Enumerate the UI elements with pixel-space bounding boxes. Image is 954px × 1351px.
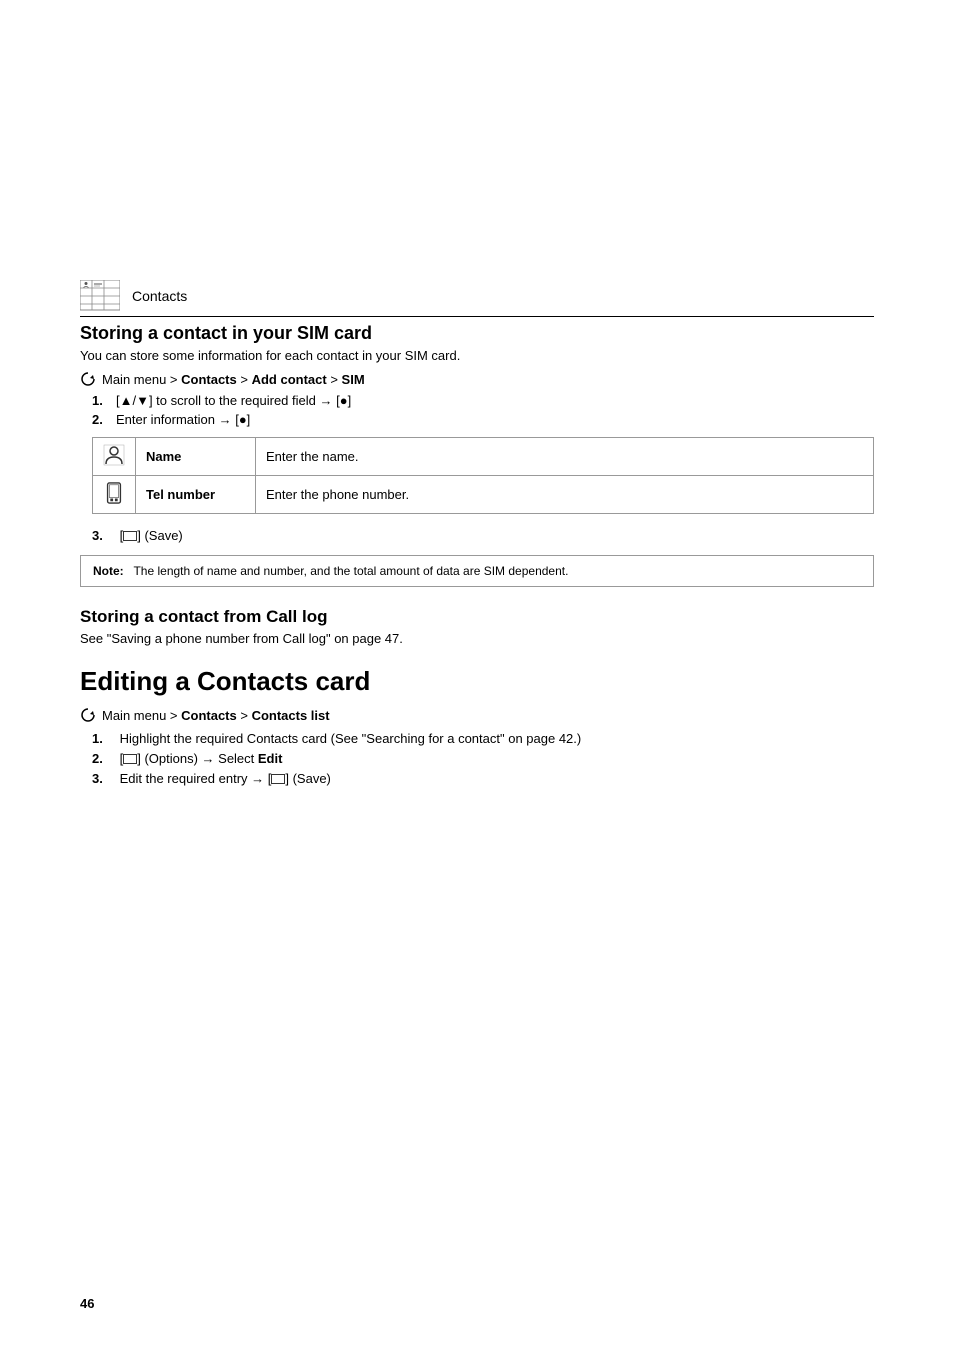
name-label-cell: Name (136, 438, 256, 476)
name-icon-cell (93, 438, 136, 476)
name-desc-cell: Enter the name. (256, 438, 874, 476)
note-label: Note: (93, 564, 124, 578)
page: Contacts Storing a contact in your SIM c… (0, 0, 954, 1351)
tel-icon-cell (93, 476, 136, 514)
sim-note-box: Note: The length of name and number, and… (80, 555, 874, 587)
note-text: The length of name and number, and the t… (127, 564, 568, 578)
contacts-icon (80, 280, 120, 312)
tel-desc-cell: Enter the phone number. (256, 476, 874, 514)
editing-step-3: 3. Edit the required entry → [ ] (Save) (92, 771, 874, 786)
sim-menu-path: Main menu > Contacts > Add contact > SIM (80, 371, 874, 387)
storing-sim-title: Storing a contact in your SIM card (80, 323, 874, 344)
editing-section-title: Editing a Contacts card (80, 666, 874, 697)
table-row: Tel number Enter the phone number. (93, 476, 874, 514)
sim-step-2: 2. Enter information → [●] (92, 412, 874, 427)
person-icon (103, 444, 125, 466)
sim-fields-table: Name Enter the name. Tel number Enter th… (92, 437, 874, 514)
calllog-section-title: Storing a contact from Call log (80, 607, 874, 627)
sim-steps-list: 1. [▲/▼] to scroll to the required field… (92, 393, 874, 427)
tel-label-cell: Tel number (136, 476, 256, 514)
editing-steps-list: 1. Highlight the required Contacts card … (92, 731, 874, 786)
calllog-section-text: See "Saving a phone number from Call log… (80, 631, 874, 646)
editing-menu-arrow-icon (80, 707, 96, 723)
storing-sim-subtitle: You can store some information for each … (80, 348, 874, 363)
menu-arrow-icon (80, 371, 96, 387)
section-header-label: Contacts (132, 288, 187, 304)
sim-step-3: 3. [ ] (Save) (92, 528, 874, 543)
editing-step-2: 2. [ ] (Options) → Select Edit (92, 751, 874, 766)
page-number: 46 (80, 1296, 94, 1311)
editing-menu-path: Main menu > Contacts > Contacts list (80, 707, 874, 723)
section-header: Contacts (80, 60, 874, 317)
editing-step-1: 1. Highlight the required Contacts card … (92, 731, 874, 746)
table-row: Name Enter the name. (93, 438, 874, 476)
phone-icon (104, 482, 124, 504)
sim-step-1: 1. [▲/▼] to scroll to the required field… (92, 393, 874, 408)
